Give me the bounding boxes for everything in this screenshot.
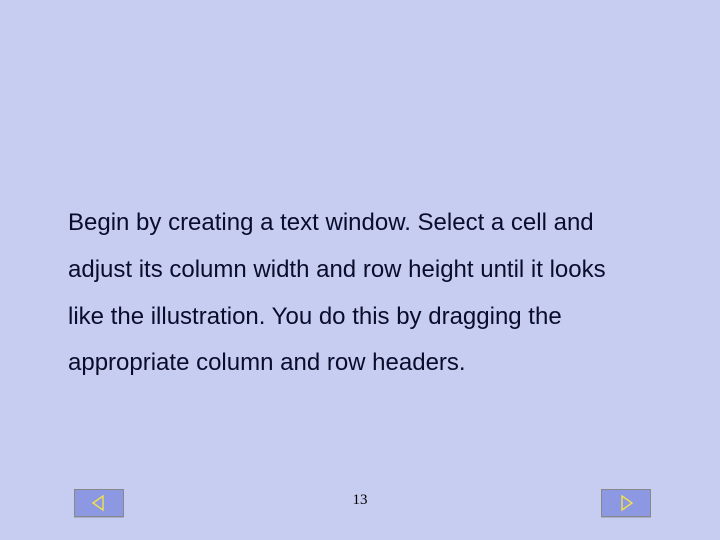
arrow-left-icon — [90, 494, 108, 512]
next-button[interactable] — [601, 489, 651, 517]
arrow-right-icon — [617, 494, 635, 512]
slide-body-text: Begin by creating a text window. Select … — [68, 200, 648, 387]
prev-button[interactable] — [74, 489, 124, 517]
